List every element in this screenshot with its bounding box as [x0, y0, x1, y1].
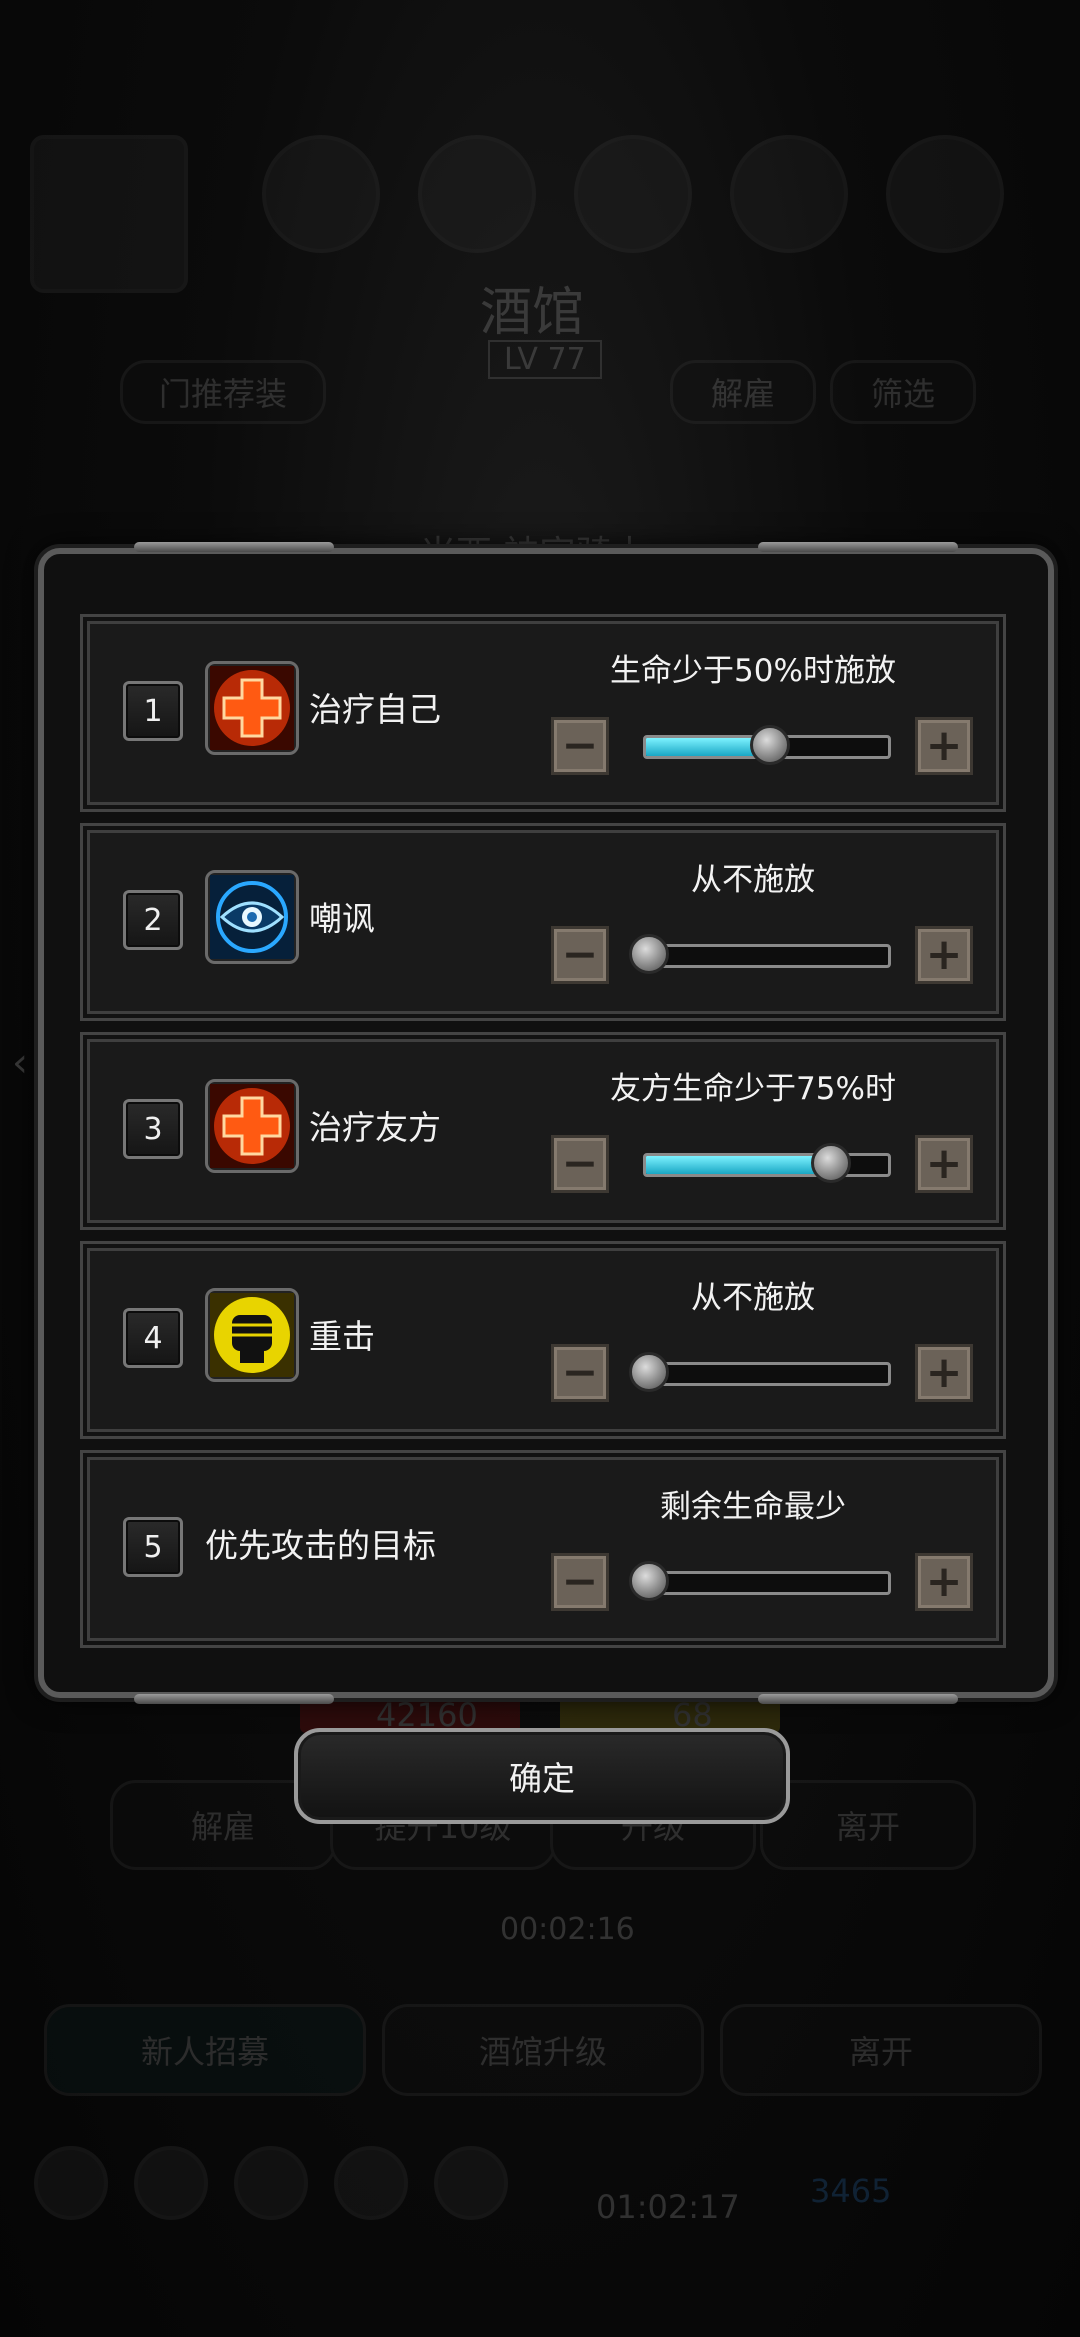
eye-icon	[205, 870, 299, 964]
recruit-button: 新人招募	[44, 2004, 366, 2096]
skill-name: 优先攻击的目标	[205, 1526, 436, 1565]
plus-button[interactable]: +	[915, 1553, 973, 1611]
heal-cross-icon	[205, 1079, 299, 1173]
bg-dismiss-button: 解雇	[670, 360, 816, 424]
menu-icon	[234, 2146, 308, 2220]
cast-condition: 从不施放	[691, 862, 815, 898]
plus-button[interactable]: +	[915, 1135, 973, 1193]
skill-row: 5 优先攻击的目标 剩余生命最少 − +	[80, 1450, 1006, 1648]
heal-cross-icon	[205, 661, 299, 755]
skill-name: 治疗自己	[309, 690, 441, 729]
row-index: 1	[123, 681, 183, 741]
condition-slider[interactable]	[643, 944, 891, 968]
skill-name: 重击	[309, 1317, 375, 1356]
tab-icon	[730, 135, 848, 253]
cast-condition: 剩余生命最少	[660, 1489, 846, 1525]
minus-button[interactable]: −	[551, 926, 609, 984]
gem-count: 3465	[810, 2172, 892, 2210]
tab-icon	[574, 135, 692, 253]
fist-icon	[205, 1288, 299, 1382]
slider-handle[interactable]	[629, 1561, 669, 1601]
tavern-upgrade-button: 酒馆升级	[382, 2004, 704, 2096]
row-index: 5	[123, 1517, 183, 1577]
skill-row: 1 治疗自己 生命少于50%时施放 − +	[80, 614, 1006, 812]
skill-row: 2 嘲讽 从不施放 − +	[80, 823, 1006, 1021]
bg-leave-button: 离开	[760, 1780, 976, 1870]
chevron-left-icon: ‹	[12, 1040, 28, 1086]
frame-ornament	[758, 1694, 958, 1704]
menu-icon	[334, 2146, 408, 2220]
slider-handle[interactable]	[629, 934, 669, 974]
minus-button[interactable]: −	[551, 717, 609, 775]
minus-button[interactable]: −	[551, 1344, 609, 1402]
menu-icon	[434, 2146, 508, 2220]
minus-button[interactable]: −	[551, 1135, 609, 1193]
tab-icon	[886, 135, 1004, 253]
tab-icon	[262, 135, 380, 253]
plus-button[interactable]: +	[915, 926, 973, 984]
cast-condition: 生命少于50%时施放	[610, 653, 896, 689]
skill-row: 4 重击 从不施放 − +	[80, 1241, 1006, 1439]
row-index: 2	[123, 890, 183, 950]
row-index: 3	[123, 1099, 183, 1159]
recommend-button: 门推荐装	[120, 360, 326, 424]
condition-slider[interactable]	[643, 1153, 891, 1177]
tab-icon	[418, 135, 536, 253]
skill-row: 3 治疗友方 友方生命少于75%时 − +	[80, 1032, 1006, 1230]
tavern-title: 酒馆	[480, 283, 585, 343]
slider-handle[interactable]	[750, 725, 790, 765]
slider-fill	[646, 738, 767, 756]
chest-timer: 01:02:17	[596, 2188, 740, 2226]
minus-button[interactable]: −	[551, 1553, 609, 1611]
leave-nav-button: 离开	[720, 2004, 1042, 2096]
slider-handle[interactable]	[629, 1352, 669, 1392]
menu-icon	[134, 2146, 208, 2220]
condition-slider[interactable]	[643, 1362, 891, 1386]
portrait-frame	[30, 135, 188, 293]
row-index: 4	[123, 1308, 183, 1368]
frame-ornament	[758, 542, 958, 552]
cast-condition: 友方生命少于75%时	[610, 1071, 896, 1107]
skill-name: 治疗友方	[309, 1108, 441, 1147]
slider-handle[interactable]	[810, 1143, 851, 1183]
frame-ornament	[134, 542, 334, 552]
slider-fill	[646, 1156, 828, 1174]
frame-ornament	[134, 1694, 334, 1704]
plus-button[interactable]: +	[915, 1344, 973, 1402]
menu-icon	[34, 2146, 108, 2220]
confirm-button[interactable]: 确定	[294, 1728, 790, 1824]
cast-condition: 从不施放	[691, 1280, 815, 1316]
filter-button: 筛选	[830, 360, 976, 424]
bg-timer: 00:02:16	[500, 1912, 635, 1947]
skill-name: 嘲讽	[309, 899, 375, 938]
condition-slider[interactable]	[643, 1571, 891, 1595]
plus-button[interactable]: +	[915, 717, 973, 775]
tavern-level: LV 77	[488, 340, 602, 379]
